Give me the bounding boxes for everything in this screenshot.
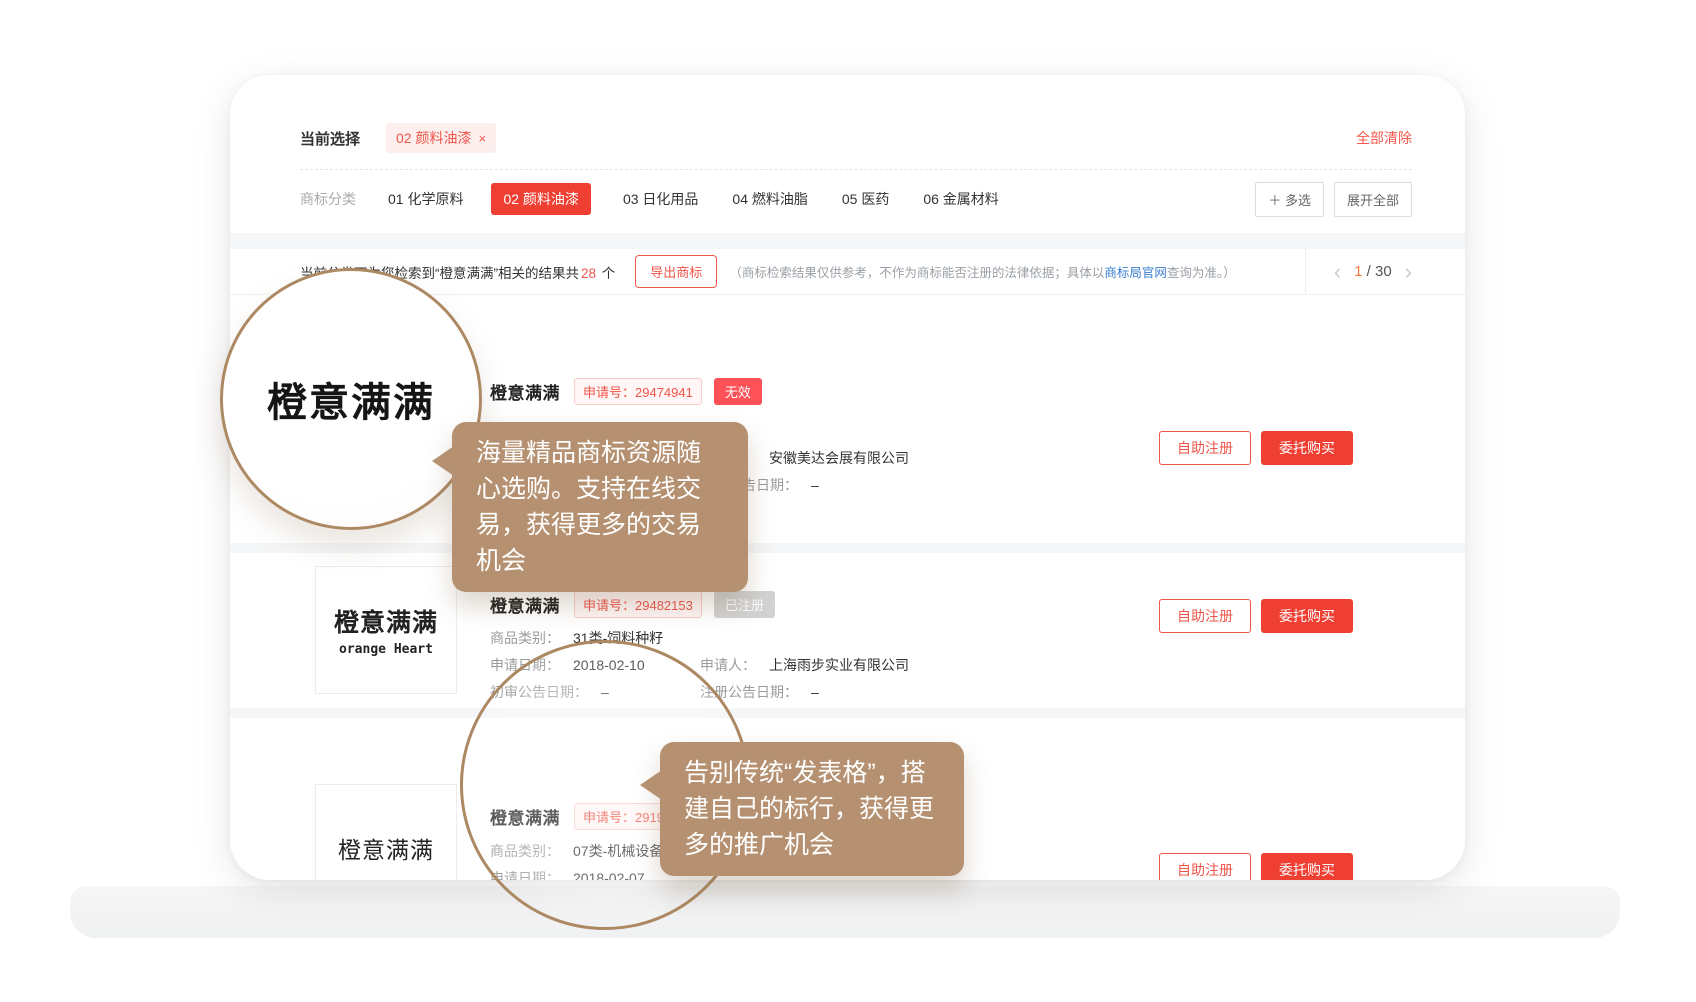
trademark-office-link[interactable]: 商标局官网 [1104, 266, 1167, 280]
prev-page-icon[interactable]: ‹ [1334, 261, 1341, 283]
results-disclaimer: （商标检索结果仅供参考，不作为商标能否注册的法律依据；具体以商标局官网查询为准。… [729, 262, 1235, 281]
row-actions: 自助注册 委托购买 [1159, 853, 1353, 880]
category-label: 商品类别： [490, 628, 560, 648]
status-badge: 无效 [714, 378, 762, 405]
page: 当前选择 02 颜料油漆 × 全部清除 商标分类 01 化学原料 02 颜料油漆… [0, 0, 1696, 1002]
selected-filter-tag-label: 02 颜料油漆 [396, 128, 471, 148]
trademark-image-text: 橙意满满 [334, 603, 438, 639]
category-item-01[interactable]: 01 化学原料 [386, 183, 465, 215]
disclaimer-text: （商标检索结果仅供参考，不作为商标能否注册的法律依据；具体以 [729, 266, 1104, 280]
category-item-05[interactable]: 05 医药 [840, 183, 891, 215]
category-row: 商标分类 01 化学原料 02 颜料油漆 03 日化用品 04 燃料油脂 05 … [300, 183, 1412, 215]
results-keyword: “橙意满满” [435, 266, 498, 281]
trademark-image-subtext: orange Heart [339, 642, 433, 657]
laptop-base [70, 886, 1620, 938]
trademark-title-line: 橙意满满 申请号：29474941 无效 [490, 378, 909, 404]
category-item-03[interactable]: 03 日化用品 [621, 183, 700, 215]
trademark-name[interactable]: 橙意满满 [490, 379, 560, 404]
category-item-06[interactable]: 06 金属材料 [921, 183, 1000, 215]
applicant-col: 申请人： 上海雨步实业有限公司 [700, 655, 909, 675]
applicant-value: 安徽美达会展有限公司 [769, 448, 909, 468]
divider [300, 169, 1412, 170]
self-register-button[interactable]: 自助注册 [1159, 853, 1251, 880]
clear-all-button[interactable]: 全部清除 [1356, 128, 1412, 148]
row-separator [230, 708, 1465, 718]
trademark-image-text: 橙意满满 [338, 831, 434, 865]
entrust-buy-button[interactable]: 委托购买 [1261, 431, 1353, 465]
export-trademarks-button[interactable]: 导出商标 [635, 255, 717, 288]
tooltip-marketplace: 海量精品商标资源随心选购。支持在线交易，获得更多的交易机会 [452, 422, 748, 592]
current-selection-label: 当前选择 [300, 128, 360, 149]
status-badge: 已注册 [714, 591, 775, 618]
page-indicator: 1 / 30 [1354, 263, 1392, 280]
entrust-buy-button[interactable]: 委托购买 [1261, 599, 1353, 633]
category-item-02-selected[interactable]: 02 颜料油漆 [491, 183, 590, 215]
total-pages: / 30 [1362, 263, 1391, 280]
tooltip-promotion: 告别传统“发表格”，搭建自己的标行，获得更多的推广机会 [660, 742, 964, 876]
trademark-name[interactable]: 橙意满满 [490, 592, 560, 617]
expand-all-button[interactable]: 展开全部 [1334, 182, 1412, 217]
self-register-button[interactable]: 自助注册 [1159, 599, 1251, 633]
reg-notice-value: – [811, 684, 819, 700]
section-separator [230, 233, 1465, 249]
results-count: 28 [579, 266, 598, 281]
row-actions: 自助注册 委托购买 [1159, 431, 1353, 465]
application-number-badge: 申请号：29482153 [574, 591, 702, 618]
current-selection-row: 当前选择 02 颜料油漆 × 全部清除 [300, 123, 1412, 153]
self-register-button[interactable]: 自助注册 [1159, 431, 1251, 465]
disclaimer-text-end: 查询为准。） [1167, 266, 1236, 280]
application-number-badge: 申请号：29474941 [574, 378, 702, 405]
category-item-04[interactable]: 04 燃料油脂 [730, 183, 809, 215]
results-summary-suffix: 个 [598, 266, 615, 281]
category-bar-label: 商标分类 [300, 189, 356, 209]
category-line: 商品类别： 31类-饲料种籽 [490, 624, 909, 651]
remove-tag-icon[interactable]: × [478, 131, 486, 146]
trademark-result-row: 橙意满满 orange Heart 橙意满满 申请号：29482153 已注册 … [230, 553, 1465, 708]
multi-select-button[interactable]: ＋ 多选 [1255, 182, 1324, 217]
row-actions: 自助注册 委托购买 [1159, 599, 1353, 633]
trademark-image[interactable]: 橙意满满 [315, 784, 457, 880]
applicant-label: 申请人： [700, 655, 756, 675]
next-page-icon[interactable]: › [1405, 261, 1412, 283]
entrust-buy-button[interactable]: 委托购买 [1261, 853, 1353, 880]
reg-notice-value: – [811, 477, 819, 493]
results-summary-middle: 相关的结果共 [498, 266, 579, 281]
selected-filter-tag[interactable]: 02 颜料油漆 × [386, 123, 496, 153]
applicant-value: 上海雨步实业有限公司 [769, 655, 909, 675]
pagination: ‹ 1 / 30 › [1305, 249, 1412, 294]
magnifier-circle: 橙意满满 [220, 268, 482, 530]
trademark-title-line: 橙意满满 申请号：29482153 已注册 [490, 591, 909, 617]
row-separator [230, 543, 1465, 553]
filter-card: 当前选择 02 颜料油漆 × 全部清除 商标分类 01 化学原料 02 颜料油漆… [230, 75, 1465, 233]
trademark-image[interactable]: 橙意满满 orange Heart [315, 566, 457, 694]
